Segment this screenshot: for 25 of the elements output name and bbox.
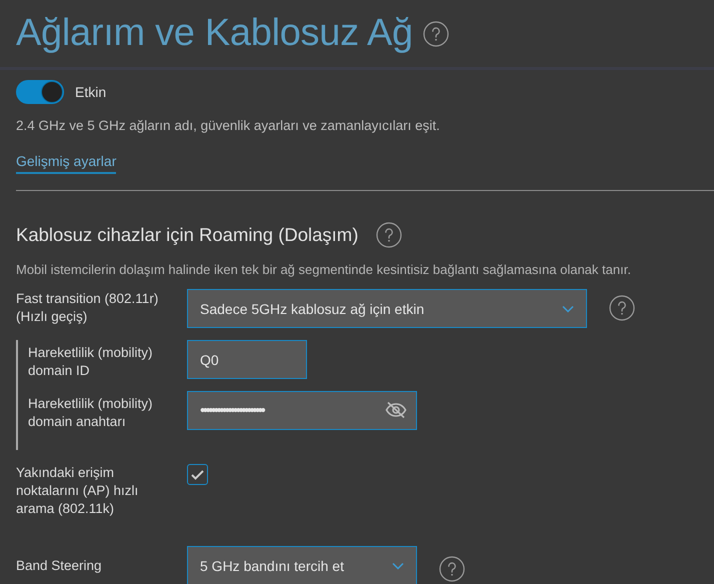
field-label: Band Steering — [16, 557, 103, 575]
help-icon[interactable] — [439, 556, 465, 582]
help-icon[interactable] — [376, 222, 402, 248]
section-title: Kablosuz cihazlar için Roaming (Dolaşım) — [16, 224, 358, 246]
checkmark-icon — [191, 470, 204, 480]
help-icon[interactable] — [422, 20, 449, 46]
field-label: Hareketlilik (mobility) domain ID — [28, 344, 154, 380]
input-field[interactable]: ••••••••••••••••••••••• — [187, 391, 417, 430]
eye-off-icon[interactable] — [385, 401, 407, 419]
checkbox[interactable] — [187, 464, 208, 485]
dropdown[interactable]: Sadece 5GHz kablosuz ağ için etkin — [187, 289, 587, 328]
help-icon[interactable] — [609, 295, 635, 321]
field-label: Yakındaki erişim noktalarını (AP) hızlı arama (802.11k) — [16, 464, 140, 518]
chevron-down-icon — [562, 304, 574, 312]
page-title: Ağlarım ve Kablosuz Ağ — [16, 12, 413, 55]
chevron-down-icon — [392, 562, 404, 570]
toggle-label: Etkin — [75, 84, 106, 100]
field-label: Fast transition (802.11r) (Hızlı geçiş) — [16, 290, 160, 326]
input-field[interactable]: Q0 — [187, 340, 307, 379]
field-label: Hareketlilik (mobility) domain anahtarı — [28, 395, 154, 431]
dropdown[interactable]: 5 GHz bandını tercih et — [187, 546, 417, 584]
toggle-switch[interactable] — [16, 80, 64, 104]
description: 2.4 GHz ve 5 GHz ağların adı, güvenlik ayarları ve zamanlayıcıları eşit. — [16, 118, 441, 133]
section-description: Mobil istemcilerin dolaşım halinde iken tek bir ağ segmentinde kesintisiz bağlantı sağlamasına olanak tanır. — [16, 262, 632, 277]
advanced-settings-link[interactable]: Gelişmiş ayarlar — [16, 153, 116, 174]
